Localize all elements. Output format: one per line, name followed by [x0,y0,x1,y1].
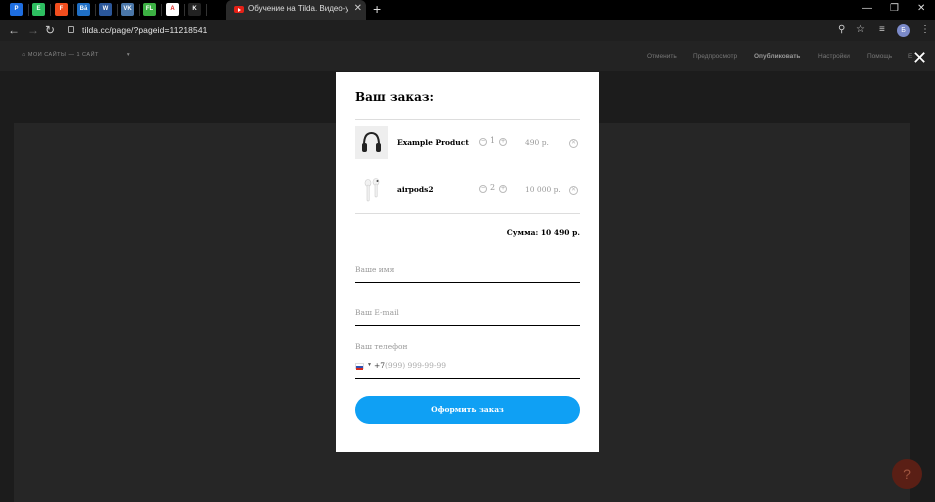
kite-icon[interactable]: K [188,3,201,16]
minimize-button[interactable]: — [862,3,872,14]
freelance-icon[interactable]: FL [143,3,156,16]
tab-close-icon[interactable]: ✕ [354,3,362,14]
evernote-icon[interactable]: E [32,3,45,16]
reading-list-icon[interactable]: ≡ [879,24,885,35]
youtube-icon [234,6,244,13]
ba-icon[interactable]: Bā [77,3,90,16]
remove-item-icon[interactable]: ✕ [569,139,578,148]
cart-item: airpods2 − 2 + 10 000 р. ✕ [355,173,580,207]
editor-menu-preview[interactable]: Предпросмотр [693,53,737,60]
russia-flag-icon[interactable] [355,363,364,370]
remove-item-icon[interactable]: ✕ [569,186,578,195]
figma-icon[interactable]: F [55,3,68,16]
qty-minus-button[interactable]: − [479,185,487,193]
tab-separator [161,4,162,16]
breadcrumb-site[interactable]: 1 САЙТ [76,52,98,58]
cart-modal: Ваш заказ: Example Product − 1 + 490 р. … [336,72,599,452]
product-name: airpods2 [397,185,434,194]
browser-tab-strip: PEF Bā W VK FL AK Обучение на Tilda. Видео-ур… [0,0,935,20]
close-icon[interactable]: ✕ [912,48,927,69]
kebab-menu-icon[interactable]: ⋮ [920,24,930,35]
product-price: 490 р. [525,138,549,147]
qty-value: 1 [490,136,496,145]
product-price: 10 000 р. [525,185,561,194]
reload-icon[interactable]: ↻ [45,23,55,37]
phone-country-code: +7 [374,361,386,370]
lock-icon [68,26,74,33]
help-button[interactable]: ? [892,459,922,489]
phone-field-underline [355,378,580,379]
cart-item: Example Product − 1 + 490 р. ✕ [355,126,580,160]
window-close-button[interactable]: ✕ [917,3,925,14]
tab-separator [95,4,96,16]
headphones-icon [355,126,388,159]
word-icon[interactable]: W [99,3,112,16]
address-bar[interactable]: tilda.cc/page/?pageid=11218541 [62,23,874,38]
editor-menu-undo[interactable]: Отменить [647,53,677,60]
restore-button[interactable]: ❐ [890,3,899,14]
new-tab-button[interactable]: + [373,1,381,17]
home-icon[interactable]: ⌂ [22,52,26,58]
editor-breadcrumb: ⌂ МОИ САЙТЫ — 1 САЙТ ▾ [22,52,130,58]
tab-separator [28,4,29,16]
email-field[interactable]: Ваш E-mail [355,308,399,317]
chevron-down-icon[interactable]: ▾ [127,52,130,58]
tab-separator [184,4,185,16]
country-dropdown-icon[interactable]: ▼ [367,362,372,368]
breadcrumb-separator: — [68,52,75,58]
search-icon[interactable]: ⚲ [838,24,845,35]
forward-icon[interactable]: → [27,23,39,37]
tab-separator [73,4,74,16]
tab-separator [117,4,118,16]
screen: PEF Bā W VK FL AK Обучение на Tilda. Видео-ур… [0,0,935,502]
qty-minus-button[interactable]: − [479,138,487,146]
vk-icon[interactable]: VK [121,3,134,16]
editor-menu-help[interactable]: Помощь [867,53,892,60]
qty-plus-button[interactable]: + [499,138,507,146]
phone-field[interactable]: (999) 999-99-99 [385,361,446,370]
editor-menu-settings[interactable]: Настройки [818,53,850,60]
phone-label: Ваш телефон [355,342,408,351]
tab-title: Обучение на Tilda. Видео-урок [248,4,348,13]
editor-top-bar: ⌂ МОИ САЙТЫ — 1 САЙТ ▾ Отменить Предпрос… [0,41,935,71]
qty-plus-button[interactable]: + [499,185,507,193]
tab-separator [206,4,207,16]
tab-separator [50,4,51,16]
name-field-underline [355,282,580,283]
url-text: tilda.cc/page/?pageid=11218541 [82,25,208,35]
editor-menu-publish[interactable]: Опубликовать [754,53,800,60]
breadcrumb-home[interactable]: МОИ САЙТЫ [28,52,67,58]
tilda-icon[interactable]: P [10,3,23,16]
qty-value: 2 [490,183,496,192]
divider [355,119,580,120]
tab-active[interactable]: Обучение на Tilda. Видео-урок ✕ [226,0,366,20]
browser-toolbar: ← → ↻ tilda.cc/page/?pageid=11218541 ⚲ ☆… [0,20,935,41]
tab-separator [139,4,140,16]
name-field[interactable]: Ваше имя [355,265,394,274]
profile-avatar[interactable]: Б [897,24,910,37]
acrobat-icon[interactable]: A [166,3,179,16]
checkout-button[interactable]: Оформить заказ [355,396,580,424]
airpods-icon [355,173,388,206]
cart-total: Сумма: 10 490 р. [506,228,580,237]
product-name: Example Product [397,138,469,147]
bookmark-star-icon[interactable]: ☆ [856,24,865,35]
back-icon[interactable]: ← [8,23,20,37]
divider [355,213,580,214]
email-field-underline [355,325,580,326]
cart-title: Ваш заказ: [355,90,434,104]
